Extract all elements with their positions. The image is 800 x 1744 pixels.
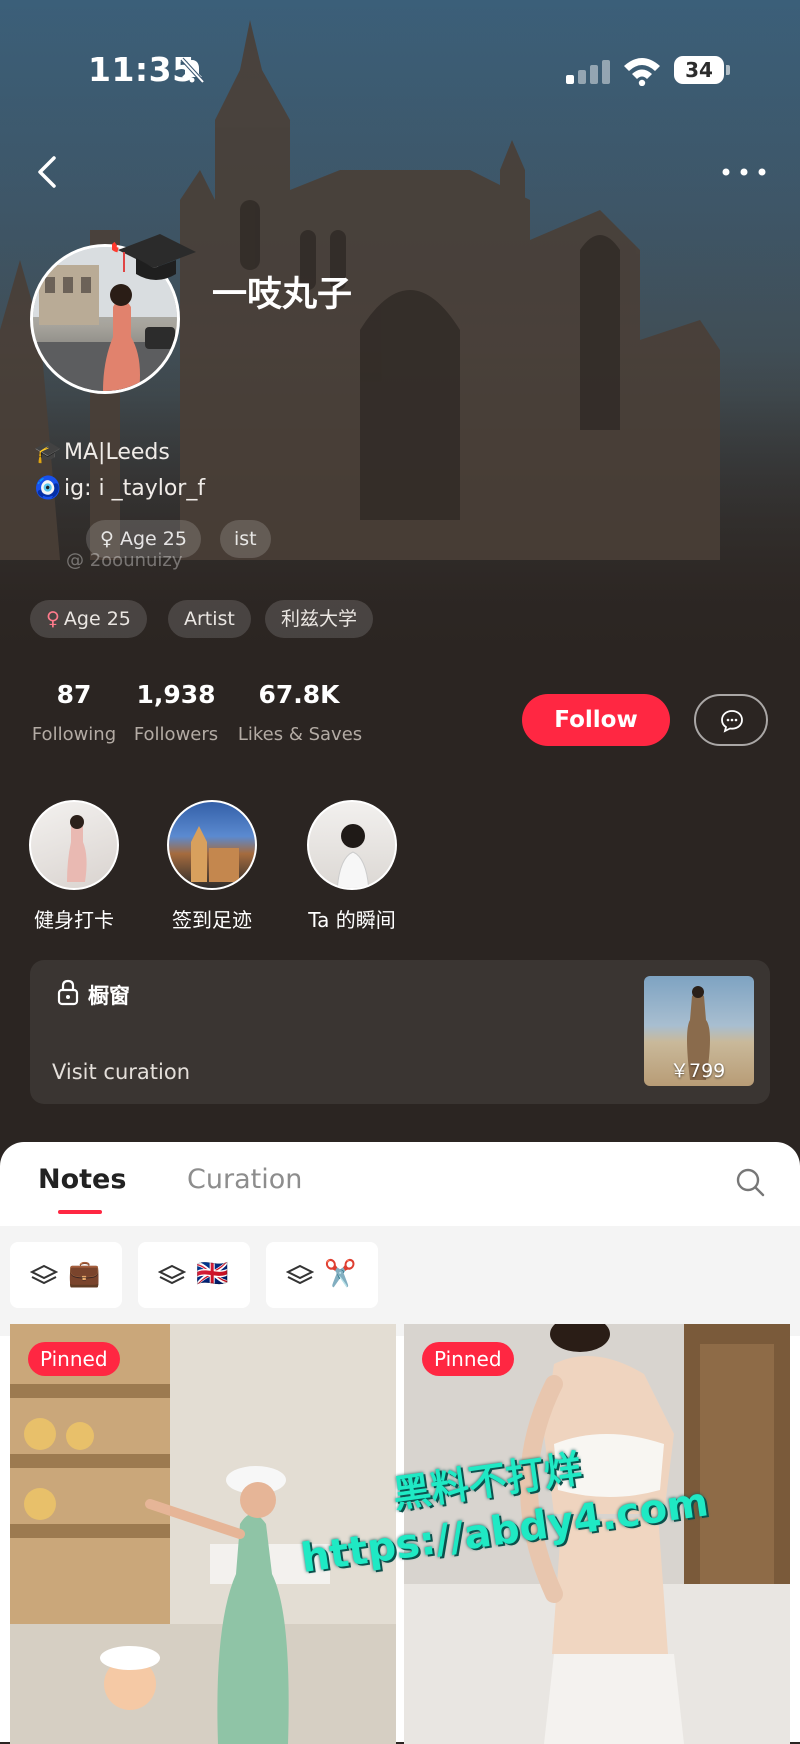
- chat-bubble-icon: [721, 710, 743, 733]
- highlight-thumbnail: [167, 800, 257, 890]
- tab-notes[interactable]: Notes: [38, 1164, 126, 1195]
- stat-likes-count[interactable]: 67.8K: [244, 680, 354, 709]
- collection-chip[interactable]: 💼: [10, 1242, 122, 1308]
- search-icon[interactable]: [734, 1166, 766, 1198]
- ghost-tag: ist: [220, 520, 271, 558]
- pinned-badge: Pinned: [422, 1342, 514, 1376]
- bio-line: 🎓 MA|Leeds: [34, 440, 170, 465]
- stat-followers-label[interactable]: Followers: [126, 724, 226, 745]
- collection-chip[interactable]: ✂️: [266, 1242, 378, 1308]
- highlight-fitness[interactable]: 健身打卡: [26, 800, 122, 933]
- stat-likes-label[interactable]: Likes & Saves: [230, 724, 370, 745]
- back-arrow-icon[interactable]: [30, 150, 66, 194]
- ghost-overlay: ♀ Age 25 ist @ 2oounuizy: [40, 500, 340, 580]
- layers-icon: [30, 1264, 58, 1285]
- highlight-thumbnail: [29, 800, 119, 890]
- bio-text: MA|Leeds: [64, 440, 170, 465]
- highlight-checkin[interactable]: 签到足迹: [164, 800, 260, 933]
- nazar-eye-emoji-icon: 🧿: [34, 476, 62, 501]
- tab-curation[interactable]: Curation: [187, 1164, 302, 1195]
- female-icon: ♀: [46, 608, 60, 630]
- wifi-icon: [624, 58, 660, 86]
- shop-window-card[interactable]: 橱窗 Visit curation ￥799: [30, 960, 770, 1104]
- tag-school[interactable]: 利兹大学: [265, 600, 374, 638]
- highlight-thumbnail: [307, 800, 397, 890]
- cellular-signal-icon: [566, 60, 610, 84]
- stat-followers-count[interactable]: 1,938: [128, 680, 224, 709]
- battery-tip: [726, 65, 730, 75]
- stat-following-count[interactable]: 87: [44, 680, 104, 709]
- battery-indicator: 34: [674, 56, 730, 84]
- briefcase-icon: 💼: [68, 1259, 101, 1289]
- highlight-label: 签到足迹: [172, 908, 252, 932]
- graduation-cap-emoji-icon: 🎓: [34, 440, 62, 465]
- collection-filter-strip: 💼 🇬🇧 ✂️: [0, 1226, 800, 1336]
- layers-icon: [286, 1264, 314, 1285]
- highlight-label: 健身打卡: [34, 908, 114, 932]
- ghost-text: @ 2oounuizy: [66, 550, 183, 571]
- layers-icon: [158, 1264, 186, 1285]
- bell-off-icon: [180, 57, 205, 84]
- status-bar: 11:35 34: [0, 50, 800, 100]
- more-options-icon[interactable]: [718, 162, 770, 182]
- highlight-label: Ta 的瞬间: [308, 908, 396, 932]
- pinned-badge: Pinned: [28, 1342, 120, 1376]
- bio-text: ig: i _taylor_f: [64, 476, 206, 501]
- uk-flag-icon: 🇬🇧: [196, 1259, 229, 1289]
- shop-window-title: 橱窗: [88, 984, 130, 1008]
- graduation-cap-icon: [112, 234, 196, 280]
- highlight-moments[interactable]: Ta 的瞬间: [304, 800, 400, 933]
- shop-product-thumbnail[interactable]: ￥799: [644, 976, 754, 1086]
- active-tab-indicator: [58, 1210, 102, 1214]
- shop-product-price: ￥799: [670, 1060, 726, 1082]
- tag-label: Age 25: [63, 608, 131, 630]
- message-button[interactable]: [694, 694, 768, 746]
- lock-icon: [57, 979, 79, 1006]
- collection-chip[interactable]: 🇬🇧: [138, 1242, 250, 1308]
- battery-level: 34: [674, 56, 724, 84]
- scissors-icon: ✂️: [324, 1259, 357, 1289]
- stat-following-label[interactable]: Following: [22, 724, 126, 745]
- tag-profession[interactable]: Artist: [168, 600, 251, 638]
- follow-button[interactable]: Follow: [522, 694, 670, 746]
- bio-line: 🧿 ig: i _taylor_f: [34, 476, 205, 501]
- tag-age[interactable]: ♀ Age 25: [30, 600, 147, 638]
- visit-curation-link[interactable]: Visit curation: [52, 1060, 190, 1084]
- profile-username: 一吱丸子: [212, 275, 353, 315]
